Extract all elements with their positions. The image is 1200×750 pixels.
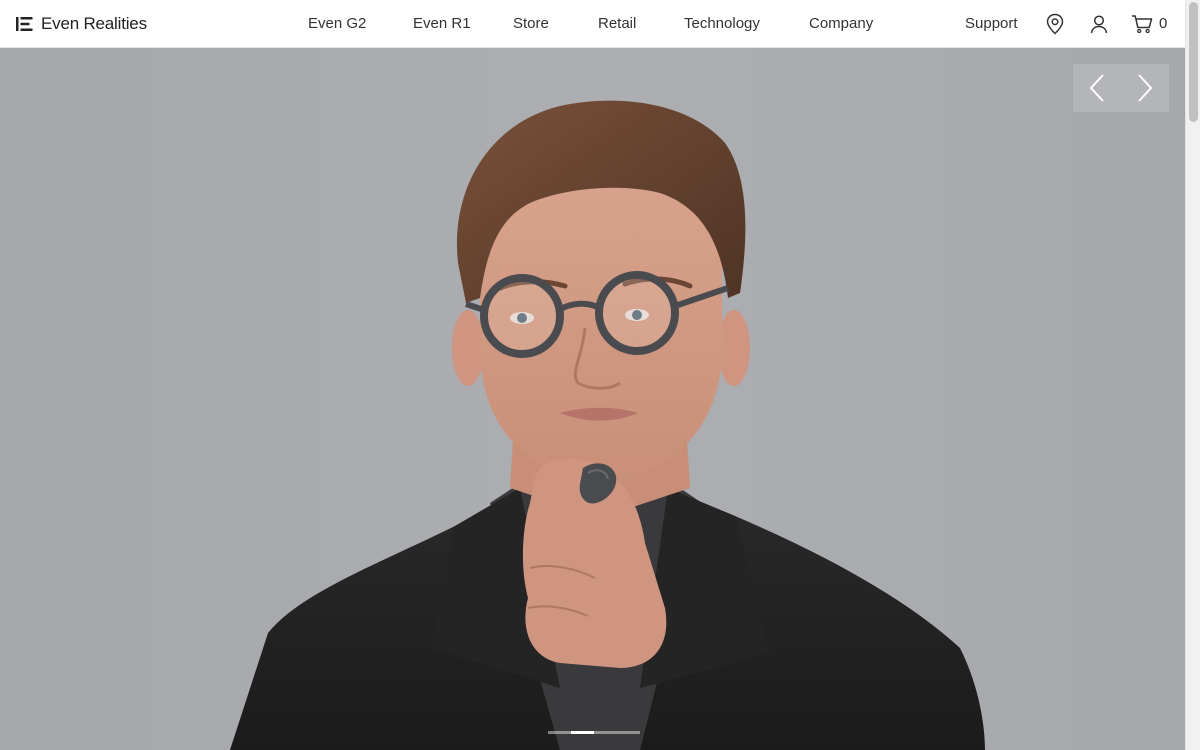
page-scrollbar[interactable] — [1185, 0, 1200, 750]
cart-count: 0 — [1159, 15, 1168, 32]
carousel-next-button[interactable] — [1121, 64, 1169, 112]
cart-button[interactable] — [1131, 12, 1153, 36]
carousel-page-4[interactable] — [617, 731, 640, 734]
carousel-pagination — [548, 731, 640, 734]
carousel-page-3[interactable] — [594, 731, 617, 734]
carousel-prev-button[interactable] — [1073, 64, 1121, 112]
chevron-left-icon — [1089, 74, 1104, 102]
store-locator-button[interactable] — [1044, 12, 1066, 36]
chevron-right-icon — [1138, 74, 1153, 102]
top-navigation-bar: Even Realities Even G2 Even R1 Store Ret… — [0, 0, 1185, 48]
brand-name: Even Realities — [41, 14, 147, 33]
nav-item-company[interactable]: Company — [809, 14, 873, 34]
nav-item-store[interactable]: Store — [513, 14, 549, 34]
scrollbar-thumb[interactable] — [1189, 2, 1198, 122]
cart-icon — [1132, 15, 1153, 34]
location-pin-icon — [1046, 13, 1064, 35]
hero-image — [230, 100, 985, 750]
brand-logo-icon — [16, 17, 33, 31]
nav-item-even-g2[interactable]: Even G2 — [308, 14, 366, 34]
user-icon — [1090, 15, 1108, 34]
hero-carousel — [0, 48, 1185, 750]
nav-item-support[interactable]: Support — [965, 14, 1018, 34]
brand-logo-link[interactable]: Even Realities — [16, 13, 147, 35]
nav-item-even-r1[interactable]: Even R1 — [413, 14, 471, 34]
carousel-page-2[interactable] — [571, 731, 594, 734]
account-button[interactable] — [1088, 12, 1110, 36]
nav-item-retail[interactable]: Retail — [598, 14, 636, 34]
carousel-page-1[interactable] — [548, 731, 571, 734]
carousel-controls — [1073, 64, 1169, 112]
nav-item-technology[interactable]: Technology — [684, 14, 760, 34]
